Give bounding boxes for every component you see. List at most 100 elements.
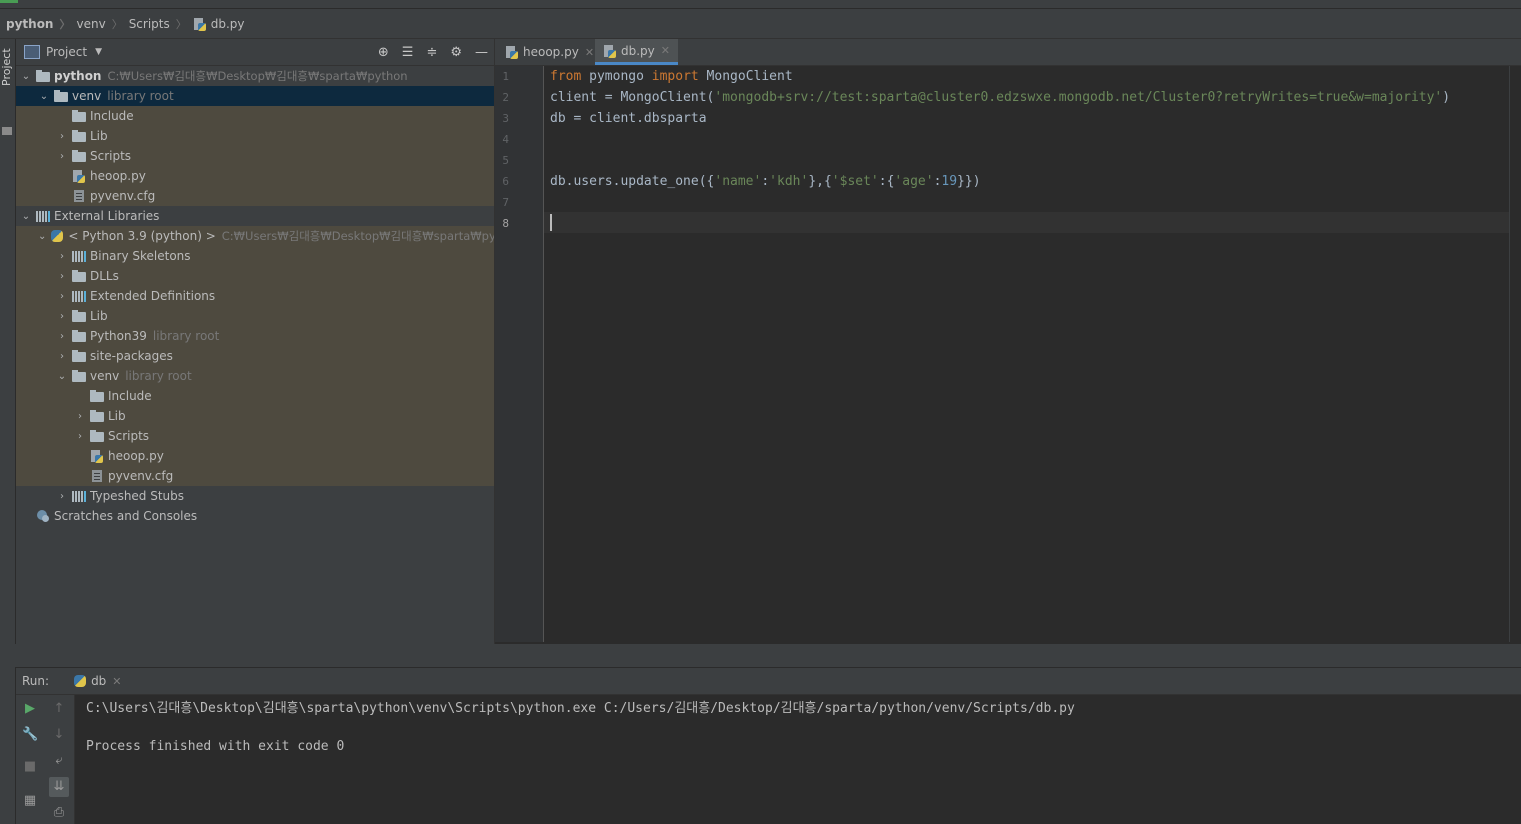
code-line-1: from pymongo import MongoClient — [550, 66, 793, 87]
tree-node-pyvenv-cfg[interactable]: › pyvenv.cfg — [16, 186, 494, 206]
tree-node-site-packages[interactable]: › site-packages — [16, 346, 494, 366]
code-line-2: client = MongoClient('mongodb+srv://test… — [550, 87, 1450, 108]
code-token: pymongo — [581, 69, 652, 84]
folder-icon — [72, 129, 86, 143]
tree-node-sdk-heoop-py[interactable]: › heoop.py — [16, 446, 494, 466]
code-area: from pymongo import MongoClient client =… — [550, 66, 1450, 189]
project-toolbar-actions: ⊕ ☰ ≑ ⚙ — — [378, 39, 488, 65]
tree-node-python-sdk[interactable]: ⌄ < Python 3.9 (python) > C:₩Users₩김대흥₩De… — [16, 226, 494, 246]
rerun-icon[interactable]: ▶ — [22, 701, 38, 717]
tree-node-extended-definitions[interactable]: › Extended Definitions — [16, 286, 494, 306]
console-line: Process finished with exit code 0 — [86, 739, 345, 754]
tree-node-scripts[interactable]: › Scripts — [16, 146, 494, 166]
tree-node-python39[interactable]: › Python39 library root — [16, 326, 494, 346]
chevron-right-icon[interactable]: › — [56, 271, 68, 282]
code-token: '$set' — [831, 174, 879, 189]
vertical-scrollbar[interactable] — [1509, 66, 1521, 642]
close-icon[interactable]: ✕ — [661, 44, 670, 57]
tab-db-py[interactable]: db.py ✕ — [595, 39, 678, 65]
arrow-up-icon[interactable]: ↑ — [51, 701, 67, 717]
hide-icon[interactable]: — — [475, 45, 488, 60]
code-editor[interactable]: 1 2 3 4 5 6 7 8 from pymongo import Mong… — [495, 66, 1521, 644]
chevron-down-icon[interactable]: ⌄ — [38, 231, 46, 242]
gear-icon[interactable]: ⚙ — [450, 45, 462, 60]
chevron-right-icon[interactable]: › — [56, 151, 68, 162]
panel-splitter[interactable] — [0, 644, 1521, 667]
chevron-down-icon[interactable]: ⌄ — [56, 371, 68, 382]
tree-node-python-project[interactable]: ⌄ python C:₩Users₩김대흥₩Desktop₩김대흥₩sparta₩… — [16, 66, 494, 86]
python-file-icon — [90, 449, 104, 463]
tree-node-sdk-scripts[interactable]: › Scripts — [16, 426, 494, 446]
folder-icon — [72, 269, 86, 283]
stop-icon[interactable]: ■ — [22, 759, 38, 775]
chevron-right-icon[interactable]: › — [56, 491, 68, 502]
tree-node-dlls[interactable]: › DLLs — [16, 266, 494, 286]
python-file-icon — [193, 17, 207, 31]
wrench-icon[interactable]: 🔧 — [22, 727, 38, 743]
folder-icon — [72, 349, 86, 363]
tree-node-venv[interactable]: ⌄ venv library root — [16, 86, 494, 106]
tree-node-sdk-venv-lib[interactable]: › Lib — [16, 406, 494, 426]
tree-node-include[interactable]: › Include — [16, 106, 494, 126]
print-icon[interactable]: ⎙ — [51, 805, 67, 821]
close-icon[interactable]: ✕ — [585, 46, 594, 59]
chevron-right-icon[interactable]: › — [56, 351, 68, 362]
arrow-down-icon[interactable]: ↓ — [51, 727, 67, 743]
breadcrumb-scripts[interactable]: Scripts 〉 — [123, 9, 187, 38]
chevron-right-icon[interactable]: › — [74, 431, 86, 442]
project-tool-window-button[interactable]: Project — [0, 47, 15, 87]
tree-node-sdk-pyvenv-cfg[interactable]: › pyvenv.cfg — [16, 466, 494, 486]
chevron-right-icon: 〉 — [111, 17, 123, 31]
tree-node-binary-skeletons[interactable]: › Binary Skeletons — [16, 246, 494, 266]
breadcrumb-venv[interactable]: venv 〉 — [70, 9, 122, 38]
tree-node-path: C:₩Users₩김대흥₩Desktop₩김대흥₩sparta₩python — [221, 229, 495, 243]
tree-node-label: Lib — [90, 129, 108, 143]
project-view-selector[interactable]: Project ▼ — [24, 45, 102, 59]
expand-all-icon[interactable]: ☰ — [402, 45, 414, 60]
run-tab-db[interactable]: db ✕ — [67, 668, 127, 694]
breadcrumb-db-py[interactable]: db.py — [187, 9, 245, 38]
collapse-all-icon[interactable]: ≑ — [426, 45, 437, 60]
tree-node-sdk-lib[interactable]: › Lib — [16, 306, 494, 326]
tree-node-external-libraries[interactable]: ⌄ External Libraries — [16, 206, 494, 226]
tree-node-label: Scratches and Consoles — [54, 509, 198, 523]
run-panel-header: Run: db ✕ — [16, 668, 1521, 695]
tree-node-lib[interactable]: › Lib — [16, 126, 494, 146]
line-number-current: 8 — [502, 217, 509, 230]
tree-node-scratches[interactable]: › Scratches and Consoles — [16, 506, 494, 526]
tree-node-label: External Libraries — [54, 209, 160, 223]
folder-icon — [90, 429, 104, 443]
code-token: }}) — [957, 174, 981, 189]
python-file-icon — [505, 45, 519, 59]
run-console[interactable]: C:\Users\김대흥\Desktop\김대흥\sparta\python\v… — [75, 695, 1521, 824]
scroll-to-end-icon[interactable]: ⇊ — [49, 777, 69, 797]
chevron-right-icon[interactable]: › — [74, 411, 86, 422]
tree-node-sdk-venv[interactable]: ⌄ venv library root — [16, 366, 494, 386]
chevron-down-icon[interactable]: ⌄ — [38, 91, 50, 102]
chevron-right-icon[interactable]: › — [56, 251, 68, 262]
code-line-3: db = client.dbsparta — [550, 108, 707, 129]
tree-node-heoop-py[interactable]: › heoop.py — [16, 166, 494, 186]
chevron-right-icon[interactable]: › — [56, 131, 68, 142]
code-token: :{ — [878, 174, 895, 189]
current-line-highlight — [544, 212, 1510, 233]
close-icon[interactable]: ✕ — [112, 675, 121, 688]
soft-wrap-icon[interactable]: ⤶ — [51, 753, 67, 769]
chevron-right-icon[interactable]: › — [56, 291, 68, 302]
folder-icon — [90, 389, 104, 403]
code-token: db.users.update_one({ — [550, 174, 715, 189]
tree-node-typeshed-stubs[interactable]: › Typeshed Stubs — [16, 486, 494, 506]
caret-down-icon: ▼ — [95, 47, 102, 57]
tree-node-sdk-include[interactable]: › Include — [16, 386, 494, 406]
tab-heoop-py[interactable]: heoop.py ✕ — [497, 39, 602, 65]
tree-node-label: Scripts — [90, 149, 132, 163]
chevron-right-icon[interactable]: › — [56, 331, 68, 342]
breadcrumb-python[interactable]: python 〉 — [0, 9, 70, 38]
layout-icon[interactable]: ▦ — [22, 793, 38, 809]
chevron-down-icon[interactable]: ⌄ — [20, 71, 32, 82]
tree-node-label: Include — [90, 109, 134, 123]
chevron-down-icon[interactable]: ⌄ — [20, 211, 32, 222]
locate-file-icon[interactable]: ⊕ — [378, 45, 389, 60]
tree-node-hint: library root — [152, 329, 220, 343]
chevron-right-icon[interactable]: › — [56, 311, 68, 322]
